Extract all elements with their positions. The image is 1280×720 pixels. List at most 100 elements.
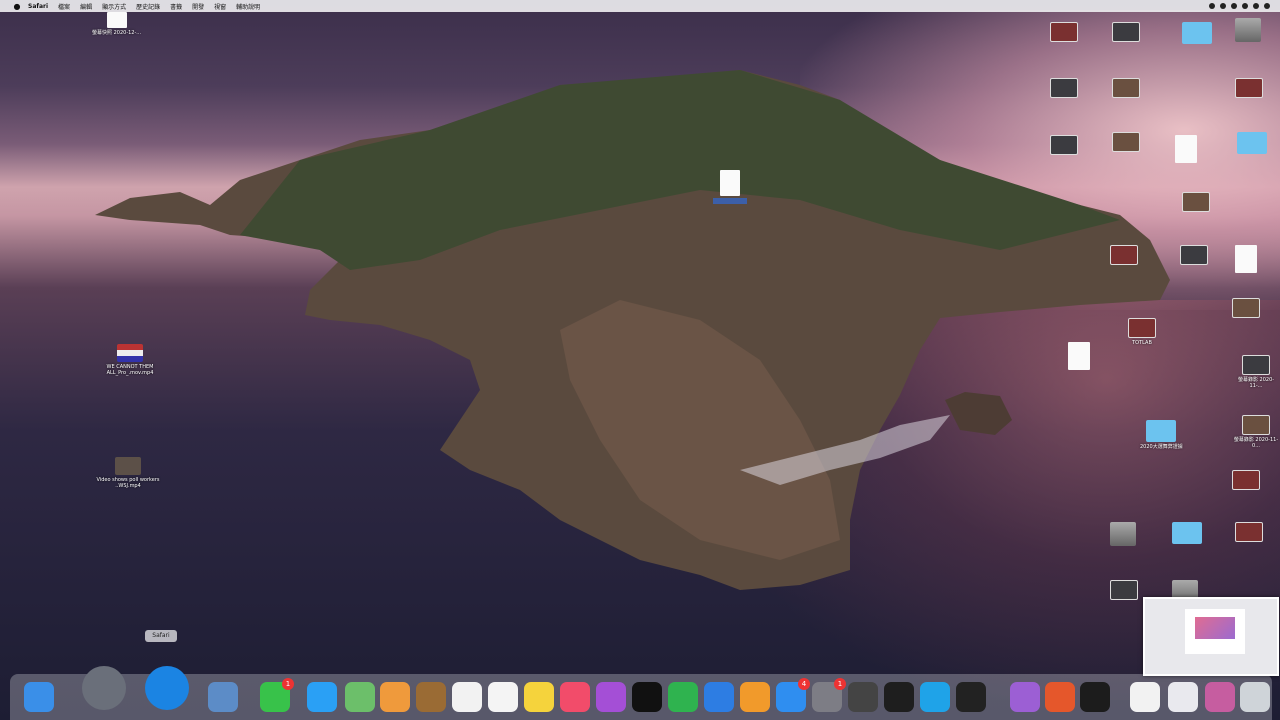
menu-item[interactable]: 顯示方式 — [102, 2, 126, 11]
desktop-file-video[interactable] — [1232, 298, 1260, 320]
desktop-file-audio[interactable] — [713, 170, 747, 204]
trash-icon[interactable] — [1240, 682, 1270, 712]
podcasts-icon[interactable] — [596, 682, 626, 712]
document-icon — [1235, 245, 1257, 273]
photos-icon[interactable] — [380, 682, 410, 712]
status-icon[interactable] — [1264, 3, 1270, 9]
desktop-file-folder[interactable]: 2020大選舞弊證據 — [1140, 420, 1183, 450]
screenshot-preview-thumbnail[interactable] — [1143, 597, 1279, 676]
menu-item[interactable]: 歷史記錄 — [136, 2, 160, 11]
desktop-file-video[interactable] — [1182, 192, 1210, 214]
skype-icon[interactable] — [920, 682, 950, 712]
desktop-file-label: TOTLAB — [1132, 340, 1152, 346]
final-cut-icon[interactable] — [956, 682, 986, 712]
appstore-icon[interactable]: 4 — [776, 678, 810, 712]
desktop-file-video[interactable] — [1232, 470, 1260, 492]
keynote-icon[interactable] — [704, 682, 734, 712]
audio-file-icon — [720, 170, 740, 196]
desktop-file-video[interactable] — [1112, 22, 1140, 44]
cat-app-icon[interactable] — [1010, 682, 1040, 712]
folder-icon — [1146, 420, 1177, 442]
launchpad-icon[interactable] — [82, 666, 126, 710]
facetime-icon[interactable]: 1 — [260, 678, 294, 712]
desktop-file-folder[interactable] — [1172, 522, 1202, 546]
safari-icon[interactable] — [145, 666, 189, 710]
desktop-file-video[interactable] — [1050, 22, 1078, 44]
apple-menu-icon[interactable]: ● — [12, 2, 22, 11]
notes-brown-icon[interactable] — [416, 682, 446, 712]
video-thumbnail-icon — [1112, 78, 1140, 98]
menu-app-name[interactable]: Safari — [28, 3, 48, 10]
desktop-file-video[interactable] — [1235, 522, 1263, 544]
desktop-file-video[interactable]: Video shows poll workers ..WSJ.mp4 — [96, 457, 160, 489]
desktop-file-screenshot[interactable]: 螢幕快照 2020-12-... — [92, 12, 141, 36]
desktop-file-document[interactable] — [1068, 342, 1090, 372]
obs-icon[interactable] — [884, 682, 914, 712]
video-thumbnail-icon — [1242, 355, 1270, 375]
reminders-icon[interactable] — [488, 682, 518, 712]
preview-icon[interactable] — [208, 682, 238, 712]
menu-item[interactable]: 開發 — [192, 2, 204, 11]
desktop-file-drive[interactable] — [1235, 18, 1261, 44]
status-menu-area — [1209, 0, 1270, 12]
pages-icon[interactable] — [740, 682, 770, 712]
video-thumbnail-icon — [117, 344, 143, 362]
desktop-file-video[interactable] — [1112, 78, 1140, 100]
terminal-icon[interactable] — [1080, 682, 1110, 712]
numbers-icon[interactable] — [668, 682, 698, 712]
desktop-file-video[interactable] — [1050, 78, 1078, 100]
status-icon[interactable] — [1242, 3, 1248, 9]
menu-item[interactable]: 編輯 — [80, 2, 92, 11]
desktop-file-folder[interactable] — [1237, 132, 1267, 156]
desktop-file-video[interactable] — [1050, 135, 1078, 157]
video-thumbnail-icon — [1242, 415, 1270, 435]
folder-icon — [1172, 522, 1202, 544]
desktop-file-folder[interactable] — [1182, 22, 1212, 46]
screenshot-utility-icon[interactable] — [848, 682, 878, 712]
desktop-file-video[interactable]: 螢幕錄影 2020-11-0... — [1232, 415, 1280, 449]
desktop-file-video[interactable] — [1110, 580, 1138, 602]
menu-bar: ● Safari 檔案 編輯 顯示方式 歷史記錄 書籤 開發 視窗 輔助說明 — [0, 0, 1280, 12]
desktop-file-label: 螢幕錄影 2020-11-0... — [1233, 437, 1279, 449]
status-icon[interactable] — [1253, 3, 1259, 9]
menu-item[interactable]: 檔案 — [58, 2, 70, 11]
desktop-file-music[interactable] — [1175, 135, 1197, 165]
podcast-capture-icon[interactable] — [1045, 682, 1075, 712]
desktop-file-video[interactable] — [1112, 132, 1140, 154]
notification-badge: 1 — [834, 678, 846, 690]
messages-icon[interactable] — [307, 682, 337, 712]
video-thumbnail-icon — [1110, 580, 1138, 600]
maps-icon[interactable] — [345, 682, 375, 712]
desktop-file-video[interactable] — [1110, 245, 1138, 267]
desktop-file-video[interactable]: 螢幕錄影 2020-11-... — [1232, 355, 1280, 389]
desktop-file-video[interactable] — [1235, 78, 1263, 100]
stickies-icon[interactable] — [524, 682, 554, 712]
video-thumbnail-icon — [1112, 132, 1140, 152]
desktop-file-document[interactable] — [1235, 245, 1257, 275]
system-preferences-icon[interactable]: 1 — [812, 678, 846, 712]
video-thumbnail-icon — [1235, 522, 1263, 542]
desktop-file-video[interactable]: WE CANNOT THEM ALL_Pro_.mov.mp4 — [98, 344, 162, 376]
video-thumbnail-icon — [1235, 78, 1263, 98]
dock-tooltip: Safari — [145, 630, 177, 642]
video-thumbnail-icon — [1112, 22, 1140, 42]
menu-item[interactable]: 視窗 — [214, 2, 226, 11]
desktop-file-video[interactable] — [1180, 245, 1208, 267]
status-icon[interactable] — [1231, 3, 1237, 9]
desktop-file-image[interactable]: TOTLAB — [1128, 318, 1156, 346]
recent-doc-icon[interactable] — [1130, 682, 1160, 712]
menu-item[interactable]: 書籤 — [170, 2, 182, 11]
status-icon[interactable] — [1209, 3, 1215, 9]
calendar-icon[interactable] — [452, 682, 482, 712]
recent-window-icon[interactable] — [1205, 682, 1235, 712]
finder-icon[interactable] — [24, 682, 54, 712]
status-icon[interactable] — [1220, 3, 1226, 9]
music-file-icon — [1175, 135, 1197, 163]
music-icon[interactable] — [560, 682, 590, 712]
appletv-icon[interactable] — [632, 682, 662, 712]
recent-doc-2-icon[interactable] — [1168, 682, 1198, 712]
desktop-file-drive[interactable] — [1110, 522, 1136, 548]
preview-image — [1195, 617, 1235, 639]
menu-item[interactable]: 輔助說明 — [236, 2, 260, 11]
video-thumbnail-icon — [1050, 78, 1078, 98]
